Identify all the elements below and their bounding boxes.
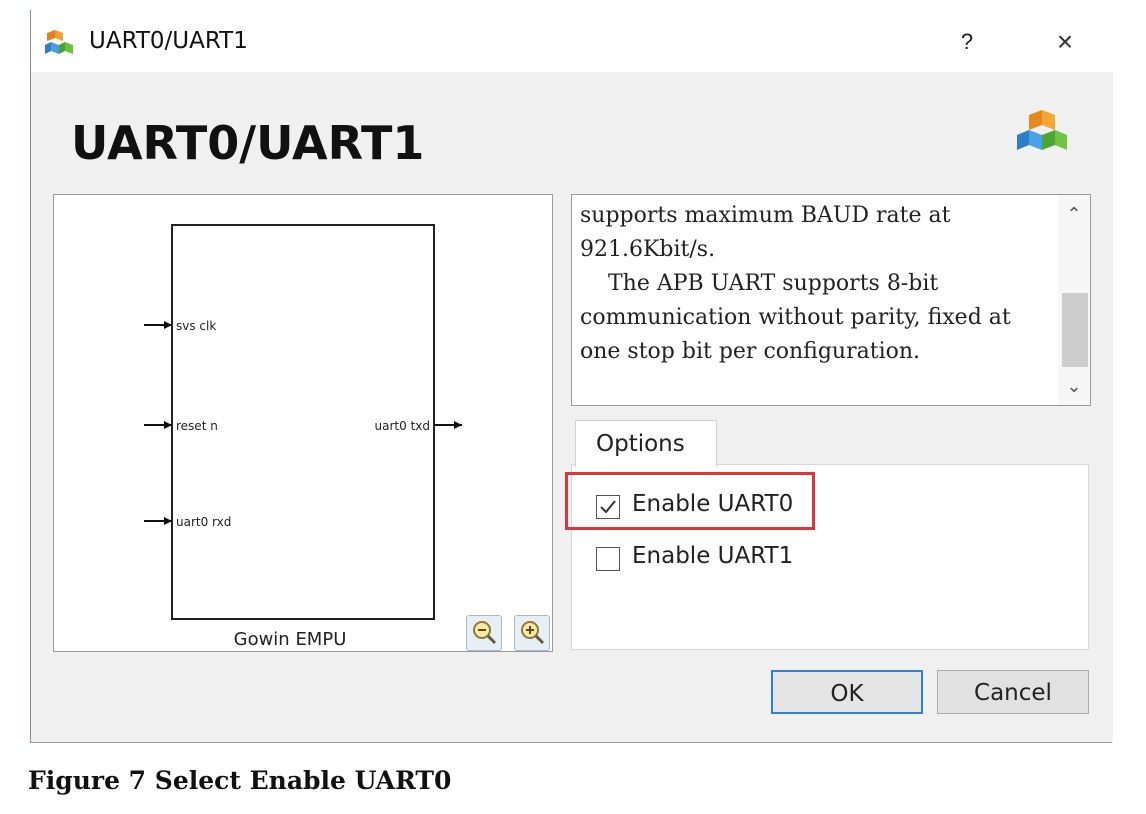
description-line-1: supports maximum BAUD rate at 921.6Kbit/… xyxy=(580,203,951,262)
help-icon[interactable]: ? xyxy=(949,24,985,60)
cancel-button[interactable]: Cancel xyxy=(937,670,1089,714)
zoom-out-icon[interactable] xyxy=(466,615,502,651)
description-scrollbar[interactable]: ⌃ ⌄ xyxy=(1058,195,1090,405)
options-panel: Enable UART0 Enable UART1 xyxy=(571,464,1089,650)
scroll-thumb[interactable] xyxy=(1062,293,1088,367)
zoom-in-icon[interactable] xyxy=(514,615,550,651)
description-line-2: The APB UART supports 8-bit communicatio… xyxy=(580,271,1011,364)
module-diagram: svs clk reset n uart0 rxd uart0 txd Gowi… xyxy=(53,194,553,652)
arrowhead-uart0-rxd xyxy=(164,517,172,525)
block-diagram-svg: svs clk reset n uart0 rxd uart0 txd Gowi… xyxy=(144,224,462,650)
arrowhead-reset-n xyxy=(164,421,172,429)
description-textbox[interactable]: supports maximum BAUD rate at 921.6Kbit/… xyxy=(571,194,1091,406)
description-text: supports maximum BAUD rate at 921.6Kbit/… xyxy=(580,199,1058,369)
checkbox-box[interactable] xyxy=(596,495,620,519)
port-svs-clk: svs clk xyxy=(176,319,216,333)
port-uart0-txd: uart0 txd xyxy=(375,419,430,433)
checkbox-label: Enable UART1 xyxy=(632,543,794,569)
ok-button[interactable]: OK xyxy=(771,670,923,714)
checkbox-box[interactable] xyxy=(596,547,620,571)
tab-options-label: Options xyxy=(596,431,685,457)
port-uart0-rxd: uart0 rxd xyxy=(176,515,231,529)
arrowhead-svs-clk xyxy=(164,321,172,329)
chevron-down-icon[interactable]: ⌄ xyxy=(1058,371,1090,401)
checkmark-icon xyxy=(600,500,616,514)
checkbox-label: Enable UART0 xyxy=(632,491,794,517)
cubes-icon xyxy=(1017,110,1067,150)
arrowhead-uart0-txd xyxy=(454,421,462,429)
figure-caption: Figure 7 Select Enable UART0 xyxy=(28,766,452,795)
port-reset-n: reset n xyxy=(176,419,218,433)
tab-options[interactable]: Options xyxy=(575,420,717,467)
dialog-window: UART0/UART1 ? × UART0/UART1 svs clk rese… xyxy=(30,10,1113,742)
background-window-edge xyxy=(30,742,1112,749)
page-heading: UART0/UART1 xyxy=(71,116,425,170)
cubes-icon xyxy=(45,30,73,54)
chevron-up-icon[interactable]: ⌃ xyxy=(1058,199,1090,229)
window-title: UART0/UART1 xyxy=(89,28,248,54)
title-bar: UART0/UART1 ? × xyxy=(31,10,1113,72)
close-icon[interactable]: × xyxy=(1047,24,1083,60)
block-label: Gowin EMPU xyxy=(234,629,347,650)
